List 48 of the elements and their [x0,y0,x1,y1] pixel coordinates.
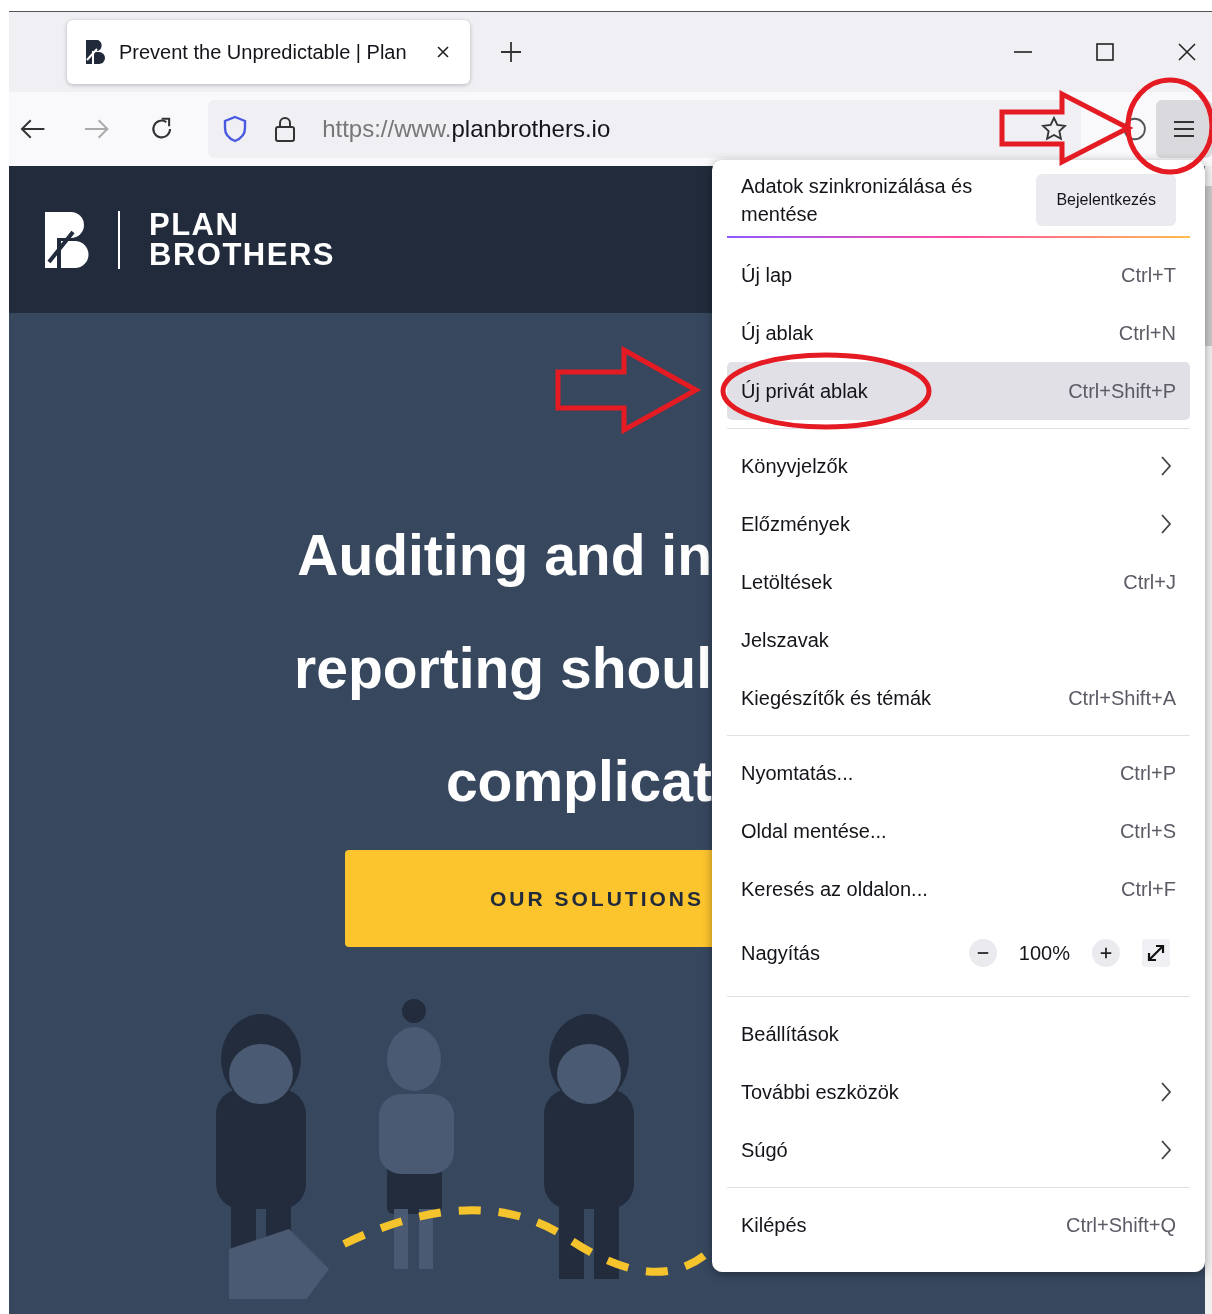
shield-icon[interactable] [222,115,249,143]
zoom-level[interactable]: 100% [1018,941,1070,965]
close-icon[interactable] [436,45,450,59]
logo-icon [45,209,89,270]
menu-item[interactable]: Letöltések Ctrl+J [727,553,1190,611]
chevron-icon [1160,513,1172,535]
star-icon[interactable] [1040,115,1067,143]
url-text: https://www.planbrothers.io [322,115,611,143]
menu-item[interactable]: További eszközök [727,1063,1190,1121]
address-bar[interactable]: https://www.planbrothers.io [208,100,1081,158]
plus-icon[interactable] [500,41,522,63]
maximize-icon[interactable] [1095,42,1115,62]
zoom-out-button[interactable] [968,939,997,967]
chevron-icon [1160,1081,1172,1103]
tab-title: Prevent the Unpredictable | Plan [119,40,408,64]
menu-item[interactable]: Oldal mentése... Ctrl+S [727,802,1190,860]
menu-item[interactable]: Kilépés Ctrl+Shift+Q [727,1196,1190,1254]
plus-icon [1099,946,1113,960]
menu-item[interactable]: Beállítások [727,1005,1190,1063]
menu-item[interactable]: Új ablak Ctrl+N [727,304,1190,362]
fullscreen-button[interactable] [1142,939,1170,967]
zoom-in-button[interactable] [1092,939,1120,967]
sync-text: Adatok szinkronizálása és mentése [741,174,974,227]
headline-text: reporting shoul [294,635,712,702]
menu-item[interactable]: Könyvjelzők [727,437,1190,495]
menu-item[interactable]: Keresés az oldalon... Ctrl+F [727,860,1190,918]
menu-item[interactable]: Nyomtatás... Ctrl+P [727,744,1190,802]
logo-text: BROTHERS [149,239,335,270]
menu-item[interactable]: Új lap Ctrl+T [727,246,1190,304]
chevron-icon [1160,1139,1172,1161]
logo-text: PLAN [149,209,241,240]
menu-button[interactable] [1156,100,1212,158]
menu-item[interactable]: Kiegészítők és témák Ctrl+Shift+A [727,669,1190,727]
menu-item[interactable]: Súgó [727,1121,1190,1179]
headline-text: complicat [445,748,712,815]
sign-in-button[interactable]: Bejelentkezés [1036,174,1176,226]
close-icon[interactable] [1177,42,1197,62]
menu-item[interactable]: Jelszavak [727,611,1190,669]
zoom-label: Nagyítás [741,941,820,965]
chevron-icon [1160,455,1172,477]
menu-icon [1172,119,1197,139]
browser-tab[interactable]: Prevent the Unpredictable | Plan [67,20,470,84]
scrollbar[interactable] [1205,166,1212,1314]
headline-text: Auditing and in [297,522,712,589]
expand-icon [1146,943,1166,963]
menu-item[interactable]: Előzmények [727,495,1190,553]
menu-item[interactable]: Új privát ablak Ctrl+Shift+P [727,362,1190,420]
solutions-button[interactable]: OUR SOLUTIONS [345,850,712,947]
